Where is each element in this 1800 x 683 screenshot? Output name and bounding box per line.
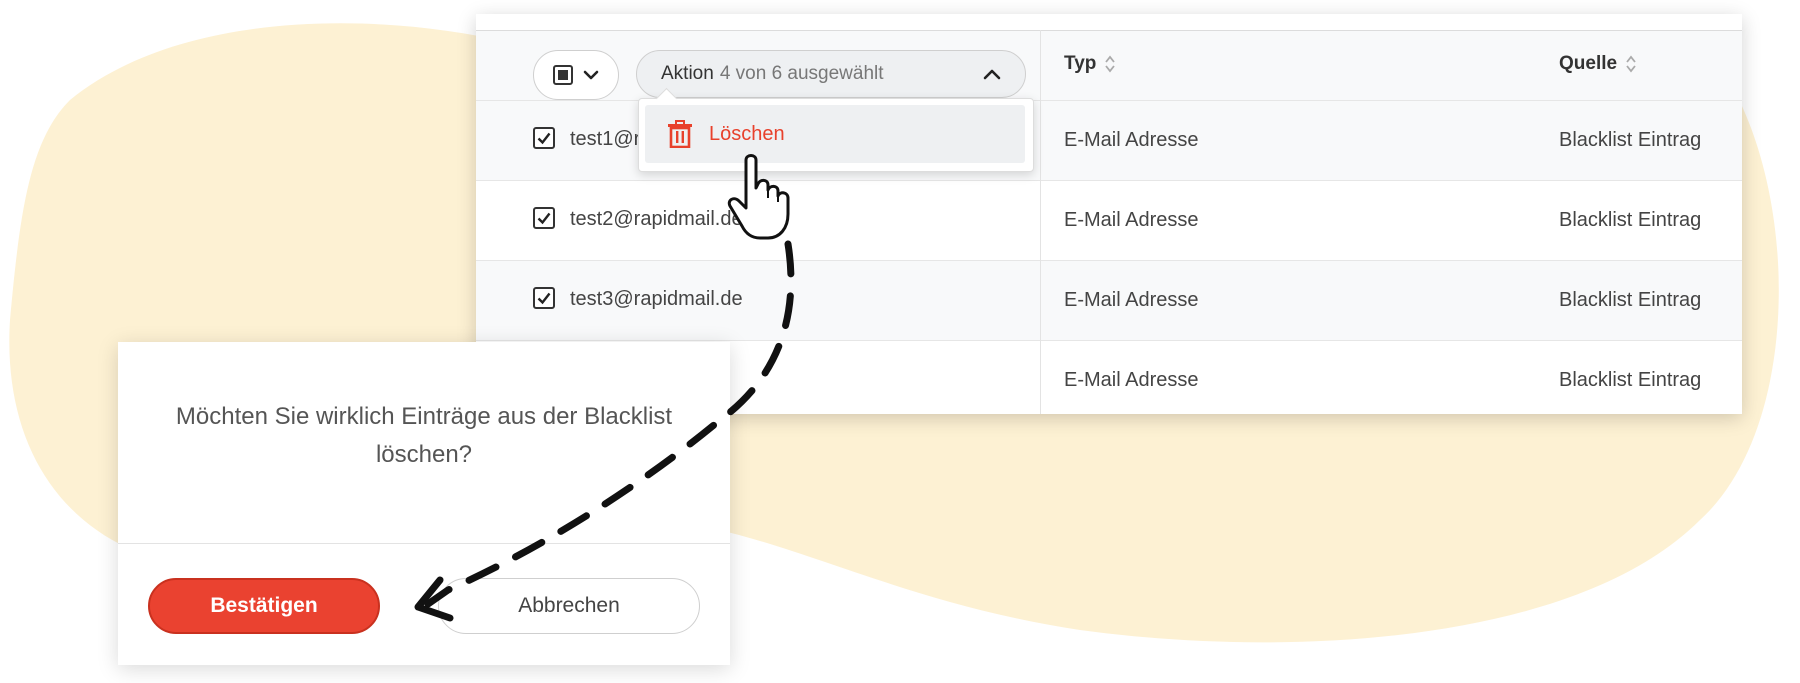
column-divider — [1040, 30, 1041, 414]
column-header-quelle-label: Quelle — [1559, 53, 1618, 74]
dialog-message: Möchten Sie wirklich Einträge aus der Bl… — [118, 398, 730, 474]
select-all-checkbox-icon — [553, 65, 573, 85]
row-typ: E-Mail Adresse — [1064, 129, 1199, 151]
row-typ: E-Mail Adresse — [1064, 209, 1199, 231]
delete-menu-item[interactable]: Löschen — [645, 105, 1025, 163]
column-header-typ[interactable]: Typ — [1064, 53, 1116, 75]
trash-icon — [668, 120, 692, 148]
row-quelle: Blacklist Eintrag — [1559, 209, 1702, 231]
row-typ: E-Mail Adresse — [1064, 369, 1199, 391]
column-header-quelle[interactable]: Quelle — [1559, 53, 1637, 75]
action-dropdown-button[interactable]: Aktion 4 von 6 ausgewählt — [636, 50, 1026, 98]
checkmark-icon — [537, 132, 551, 145]
confirm-dialog: Möchten Sie wirklich Einträge aus der Bl… — [118, 342, 730, 665]
confirm-button[interactable]: Bestätigen — [148, 578, 380, 634]
chevron-up-icon — [983, 69, 1001, 80]
checkmark-icon — [537, 292, 551, 305]
table-row[interactable]: test3@rapidmail.de E-Mail Adresse Blackl… — [476, 260, 1742, 341]
row-quelle: Blacklist Eintrag — [1559, 129, 1702, 151]
row-email: test2@rapidmail.de — [570, 208, 743, 230]
table-row[interactable]: test2@rapidmail.de E-Mail Adresse Blackl… — [476, 180, 1742, 261]
cancel-button[interactable]: Abbrechen — [438, 578, 700, 634]
dialog-divider — [118, 543, 730, 544]
row-quelle: Blacklist Eintrag — [1559, 289, 1702, 311]
delete-menu-label: Löschen — [709, 122, 785, 145]
action-label: Aktion — [661, 63, 714, 84]
row-checkbox[interactable] — [533, 207, 555, 229]
row-email: test1@r — [570, 128, 641, 150]
chevron-down-icon — [583, 70, 599, 80]
dialog-message-line2: löschen? — [375, 441, 473, 468]
selection-count: 4 von 6 ausgewählt — [719, 63, 884, 84]
row-email: test3@rapidmail.de — [570, 288, 743, 310]
row-checkbox[interactable] — [533, 127, 555, 149]
column-header-typ-label: Typ — [1064, 53, 1097, 74]
row-quelle: Blacklist Eintrag — [1559, 369, 1702, 391]
row-typ: E-Mail Adresse — [1064, 289, 1199, 311]
action-dropdown-menu: Löschen — [638, 87, 1034, 172]
row-checkbox[interactable] — [533, 287, 555, 309]
dialog-message-line1: Möchten Sie wirklich Einträge aus der Bl… — [175, 403, 673, 430]
sort-icon — [1105, 55, 1116, 73]
checkmark-icon — [537, 212, 551, 225]
select-all-button[interactable] — [533, 50, 619, 100]
sort-icon — [1626, 55, 1636, 73]
